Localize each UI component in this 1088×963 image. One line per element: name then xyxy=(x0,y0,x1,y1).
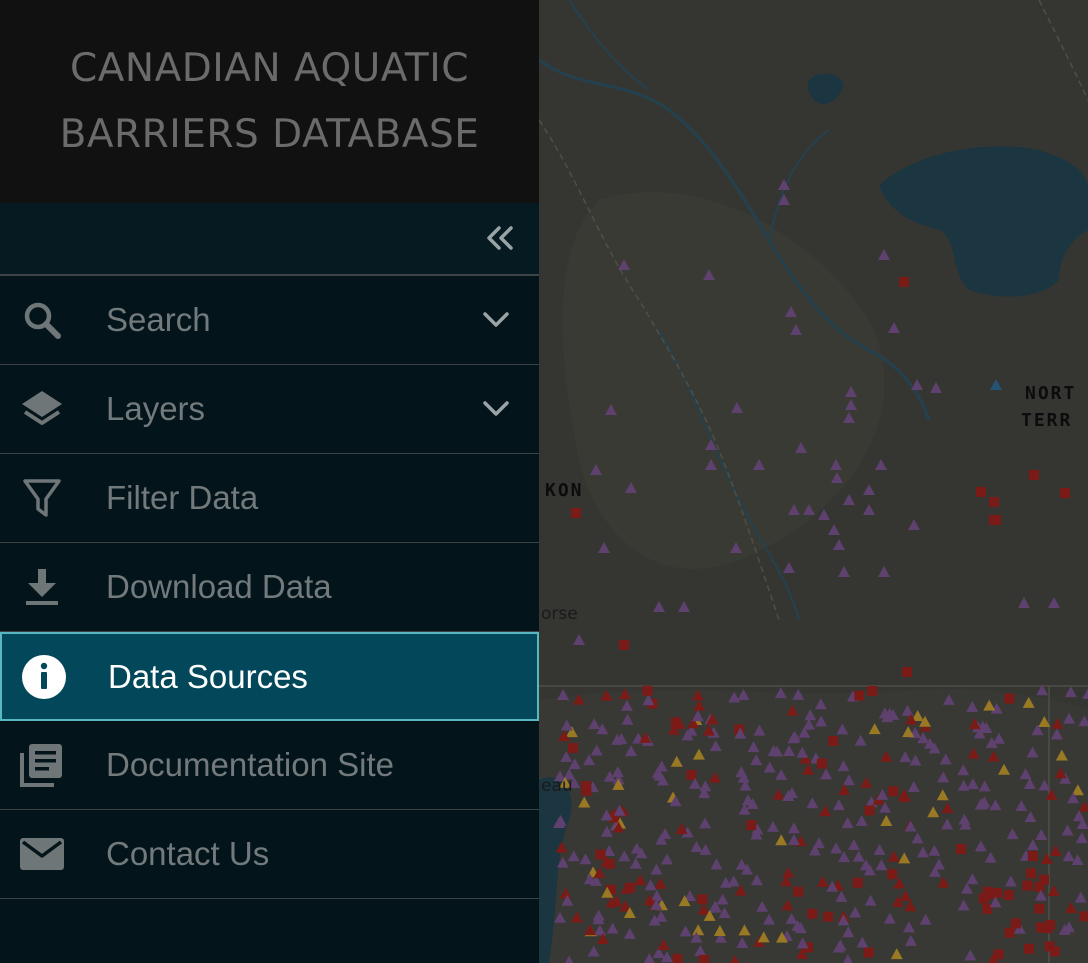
map-label-territory-1: NORT xyxy=(1025,383,1077,404)
sidebar-item-label: Filter Data xyxy=(106,479,259,516)
map-label-whitehorse: orse xyxy=(541,604,578,624)
map-label-yukon: KON xyxy=(545,480,584,501)
sidebar-item-contact-us[interactable]: Contact Us xyxy=(0,810,539,899)
sidebar-item-label: Documentation Site xyxy=(106,746,394,783)
sidebar-item-search[interactable]: Search xyxy=(0,276,539,365)
collapse-row xyxy=(0,203,539,276)
chevron-down-icon[interactable] xyxy=(479,303,513,337)
sidebar: CANADIAN AQUATIC BARRIERS DATABASE Searc… xyxy=(0,0,539,963)
sidebar-item-filter-data[interactable]: Filter Data xyxy=(0,454,539,543)
download-icon xyxy=(18,563,66,611)
filter-icon xyxy=(18,474,66,522)
chevron-down-icon[interactable] xyxy=(479,392,513,426)
documents-icon xyxy=(18,741,66,789)
sidebar-item-label: Contact Us xyxy=(106,835,270,872)
sidebar-item-label: Download Data xyxy=(106,568,332,605)
map-view[interactable]: NORT TERR KON orse eau xyxy=(539,0,1088,963)
map-label-territory-2: TERR xyxy=(1021,410,1073,431)
sidebar-item-download-data[interactable]: Download Data xyxy=(0,543,539,632)
map-dim-overlay xyxy=(539,0,1088,963)
map-canvas[interactable] xyxy=(539,0,1088,963)
map-label-watson-lake: eau xyxy=(541,776,573,796)
double-chevron-left-icon[interactable] xyxy=(483,221,517,255)
sidebar-item-documentation-site[interactable]: Documentation Site xyxy=(0,721,539,810)
sidebar-item-label: Search xyxy=(106,301,211,338)
app-title: CANADIAN AQUATIC BARRIERS DATABASE xyxy=(59,45,480,157)
layers-icon xyxy=(18,385,66,433)
info-icon xyxy=(20,653,68,701)
sidebar-item-data-sources[interactable]: Data Sources xyxy=(0,632,539,721)
search-icon xyxy=(18,296,66,344)
sidebar-item-layers[interactable]: Layers xyxy=(0,365,539,454)
mail-icon xyxy=(18,830,66,878)
sidebar-item-label: Data Sources xyxy=(108,657,308,695)
brand-header: CANADIAN AQUATIC BARRIERS DATABASE xyxy=(0,0,539,203)
sidebar-item-label: Layers xyxy=(106,390,206,427)
